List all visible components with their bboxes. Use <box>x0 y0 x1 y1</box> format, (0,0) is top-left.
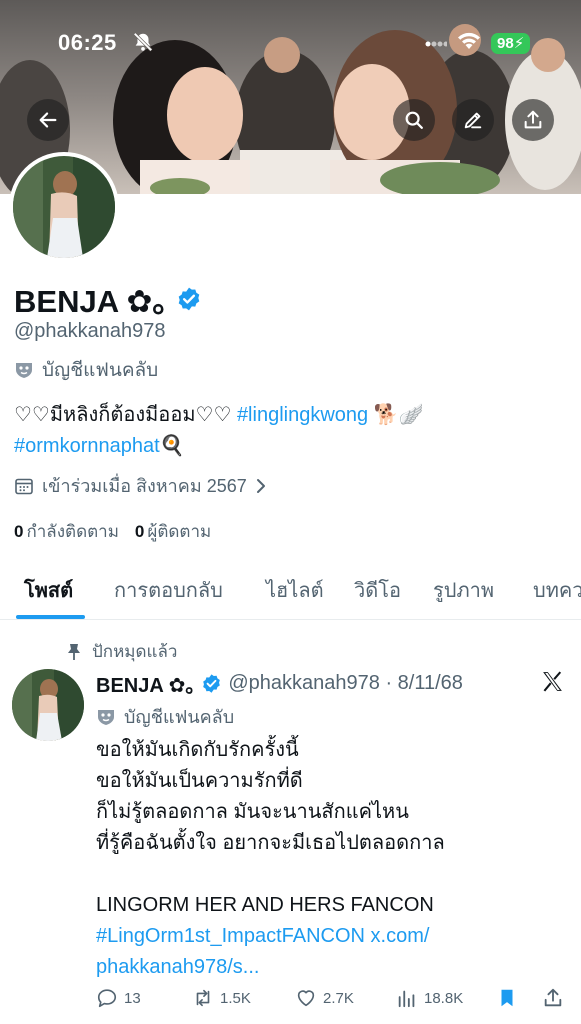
battery-indicator: 98⚡ <box>491 33 531 54</box>
chevron-right-icon <box>256 478 265 493</box>
edit-button[interactable] <box>452 99 494 141</box>
like-button[interactable]: 2.7K <box>295 987 354 1009</box>
reply-count: 13 <box>124 989 141 1007</box>
wifi-icon <box>458 32 480 49</box>
fan-account-text: บัญชีแฟนคลับ <box>42 360 159 381</box>
post-body[interactable]: ขอให้มันเกิดกับรักครั้งนี้ ขอให้มันเป็นค… <box>96 735 566 983</box>
calendar-icon <box>15 478 33 494</box>
mask-icon <box>98 709 114 725</box>
follow-stats: 0 กำลังติดตาม 0 ผู้ติดตาม <box>14 518 211 545</box>
share-button[interactable] <box>512 99 554 141</box>
following-link[interactable]: 0 กำลังติดตาม <box>14 518 119 545</box>
mask-icon <box>16 363 32 378</box>
views-button[interactable]: 18.8K <box>396 987 463 1009</box>
pinned-label: ปักหมุดแล้ว <box>92 642 178 661</box>
profile-avatar[interactable] <box>9 152 119 262</box>
repost-icon <box>196 989 210 1007</box>
tab-photos[interactable]: รูปภาพ <box>433 574 494 606</box>
status-time: 06:25 <box>58 30 117 55</box>
signal-icon <box>425 41 447 47</box>
profile-handle: @phakkanah978 <box>14 320 166 342</box>
back-button[interactable] <box>27 99 69 141</box>
following-count: 0 <box>14 522 24 541</box>
post-handle-date: @phakkanah978 · 8/11/68 <box>228 672 463 694</box>
profile-tabs: โพสต์ การตอบกลับ ไฮไลต์ วิดีโอ รูปภาพ บท… <box>0 558 581 620</box>
heart-icon <box>297 990 315 1007</box>
display-name: BENJA ✿｡ <box>14 276 202 321</box>
pin-icon <box>68 643 80 660</box>
tab-posts[interactable]: โพสต์ <box>24 574 73 606</box>
bio-hashtag-link[interactable]: #linglingkwong <box>237 404 368 426</box>
like-count: 2.7K <box>323 989 354 1007</box>
pinned-indicator: ปักหมุดแล้ว <box>66 638 177 665</box>
profile-bio: ♡♡มีหลิงก็ต้องมีออม♡♡ #linglingkwong 🐕🪽 … <box>14 400 574 462</box>
tab-highlights[interactable]: ไฮไลต์ <box>266 574 324 606</box>
bio-emoji: 🐕🪽 <box>368 404 424 426</box>
post-fan-label: บัญชีแฟนคลับ <box>96 702 234 731</box>
search-button[interactable] <box>393 99 435 141</box>
fan-account-label: บัญชีแฟนคลับ <box>14 355 158 385</box>
bio-hashtag-link[interactable]: #ormkornnaphat <box>14 435 160 457</box>
post-hashtag-link[interactable]: #LingOrm1st_ImpactFANCON <box>96 925 365 947</box>
reply-icon <box>97 989 117 1008</box>
followers-label: ผู้ติดตาม <box>147 522 212 541</box>
post-line: ที่รู้คือฉันตั้งใจ อยากจะมีเธอไปตลอดกาล <box>96 832 445 854</box>
post-line: LINGORM HER AND HERS FANCON <box>96 894 434 916</box>
post-line: ขอให้มันเป็นความรักที่ดี <box>96 770 303 792</box>
share-icon <box>544 988 562 1007</box>
repost-count: 1.5K <box>220 989 251 1007</box>
post-actions: 13 1.5K 2.7K 18.8K <box>96 987 571 1015</box>
tab-replies[interactable]: การตอบกลับ <box>114 574 223 606</box>
following-label: กำลังติดตาม <box>26 522 119 541</box>
arrow-left-icon <box>39 112 57 128</box>
share-icon <box>524 110 542 129</box>
post-url-link-continued[interactable]: phakkanah978/s... <box>96 952 566 983</box>
status-bar: 06:25 98⚡ <box>0 0 581 80</box>
views-count: 18.8K <box>424 989 464 1007</box>
x-logo-icon[interactable] <box>540 669 565 694</box>
followers-count: 0 <box>134 522 145 541</box>
followers-link[interactable]: 0 ผู้ติดตาม <box>135 518 211 545</box>
bookmark-button[interactable] <box>496 987 518 1009</box>
verified-badge-icon <box>203 674 221 693</box>
verified-badge-icon[interactable] <box>176 286 202 312</box>
tab-videos[interactable]: วิดีโอ <box>354 574 401 606</box>
post-header: BENJA ✿｡ @phakkanah978 · 8/11/68 <box>96 669 463 698</box>
post-author-avatar[interactable] <box>12 669 84 741</box>
repost-button[interactable]: 1.5K <box>192 987 251 1009</box>
post-url-link[interactable]: x.com/ <box>365 925 430 947</box>
battery-level: 98 <box>497 35 514 52</box>
active-tab-indicator <box>16 615 85 619</box>
avatar-photo <box>13 156 115 258</box>
reply-button[interactable]: 13 <box>96 987 141 1009</box>
bookmark-filled-icon <box>501 989 513 1007</box>
post-line <box>96 859 566 890</box>
post-line: ก็ไม่รู้ตลอดกาล มันจะนานสักแค่ไหน <box>96 801 409 823</box>
post-fan-text: บัญชีแฟนคลับ <box>124 707 235 727</box>
bell-off-icon <box>133 32 153 52</box>
joined-date[interactable]: เข้าร่วมเมื่อ สิงหาคม 2567 <box>14 471 267 500</box>
views-chart-icon <box>398 990 415 1008</box>
post-author-name[interactable]: BENJA ✿｡ <box>96 669 195 698</box>
tab-articles[interactable]: บทความ <box>533 574 581 606</box>
pencil-icon <box>464 112 482 129</box>
bio-text: ♡♡มีหลิงก็ต้องมีออม♡♡ <box>14 404 237 426</box>
display-name-text: BENJA ✿｡ <box>14 284 169 319</box>
search-icon <box>405 111 423 129</box>
post-share-button[interactable] <box>542 987 564 1009</box>
post-line: ขอให้มันเกิดกับรักครั้งนี้ <box>96 739 299 761</box>
bio-emoji: 🍳 <box>159 435 185 457</box>
joined-text: เข้าร่วมเมื่อ สิงหาคม 2567 <box>42 476 247 496</box>
